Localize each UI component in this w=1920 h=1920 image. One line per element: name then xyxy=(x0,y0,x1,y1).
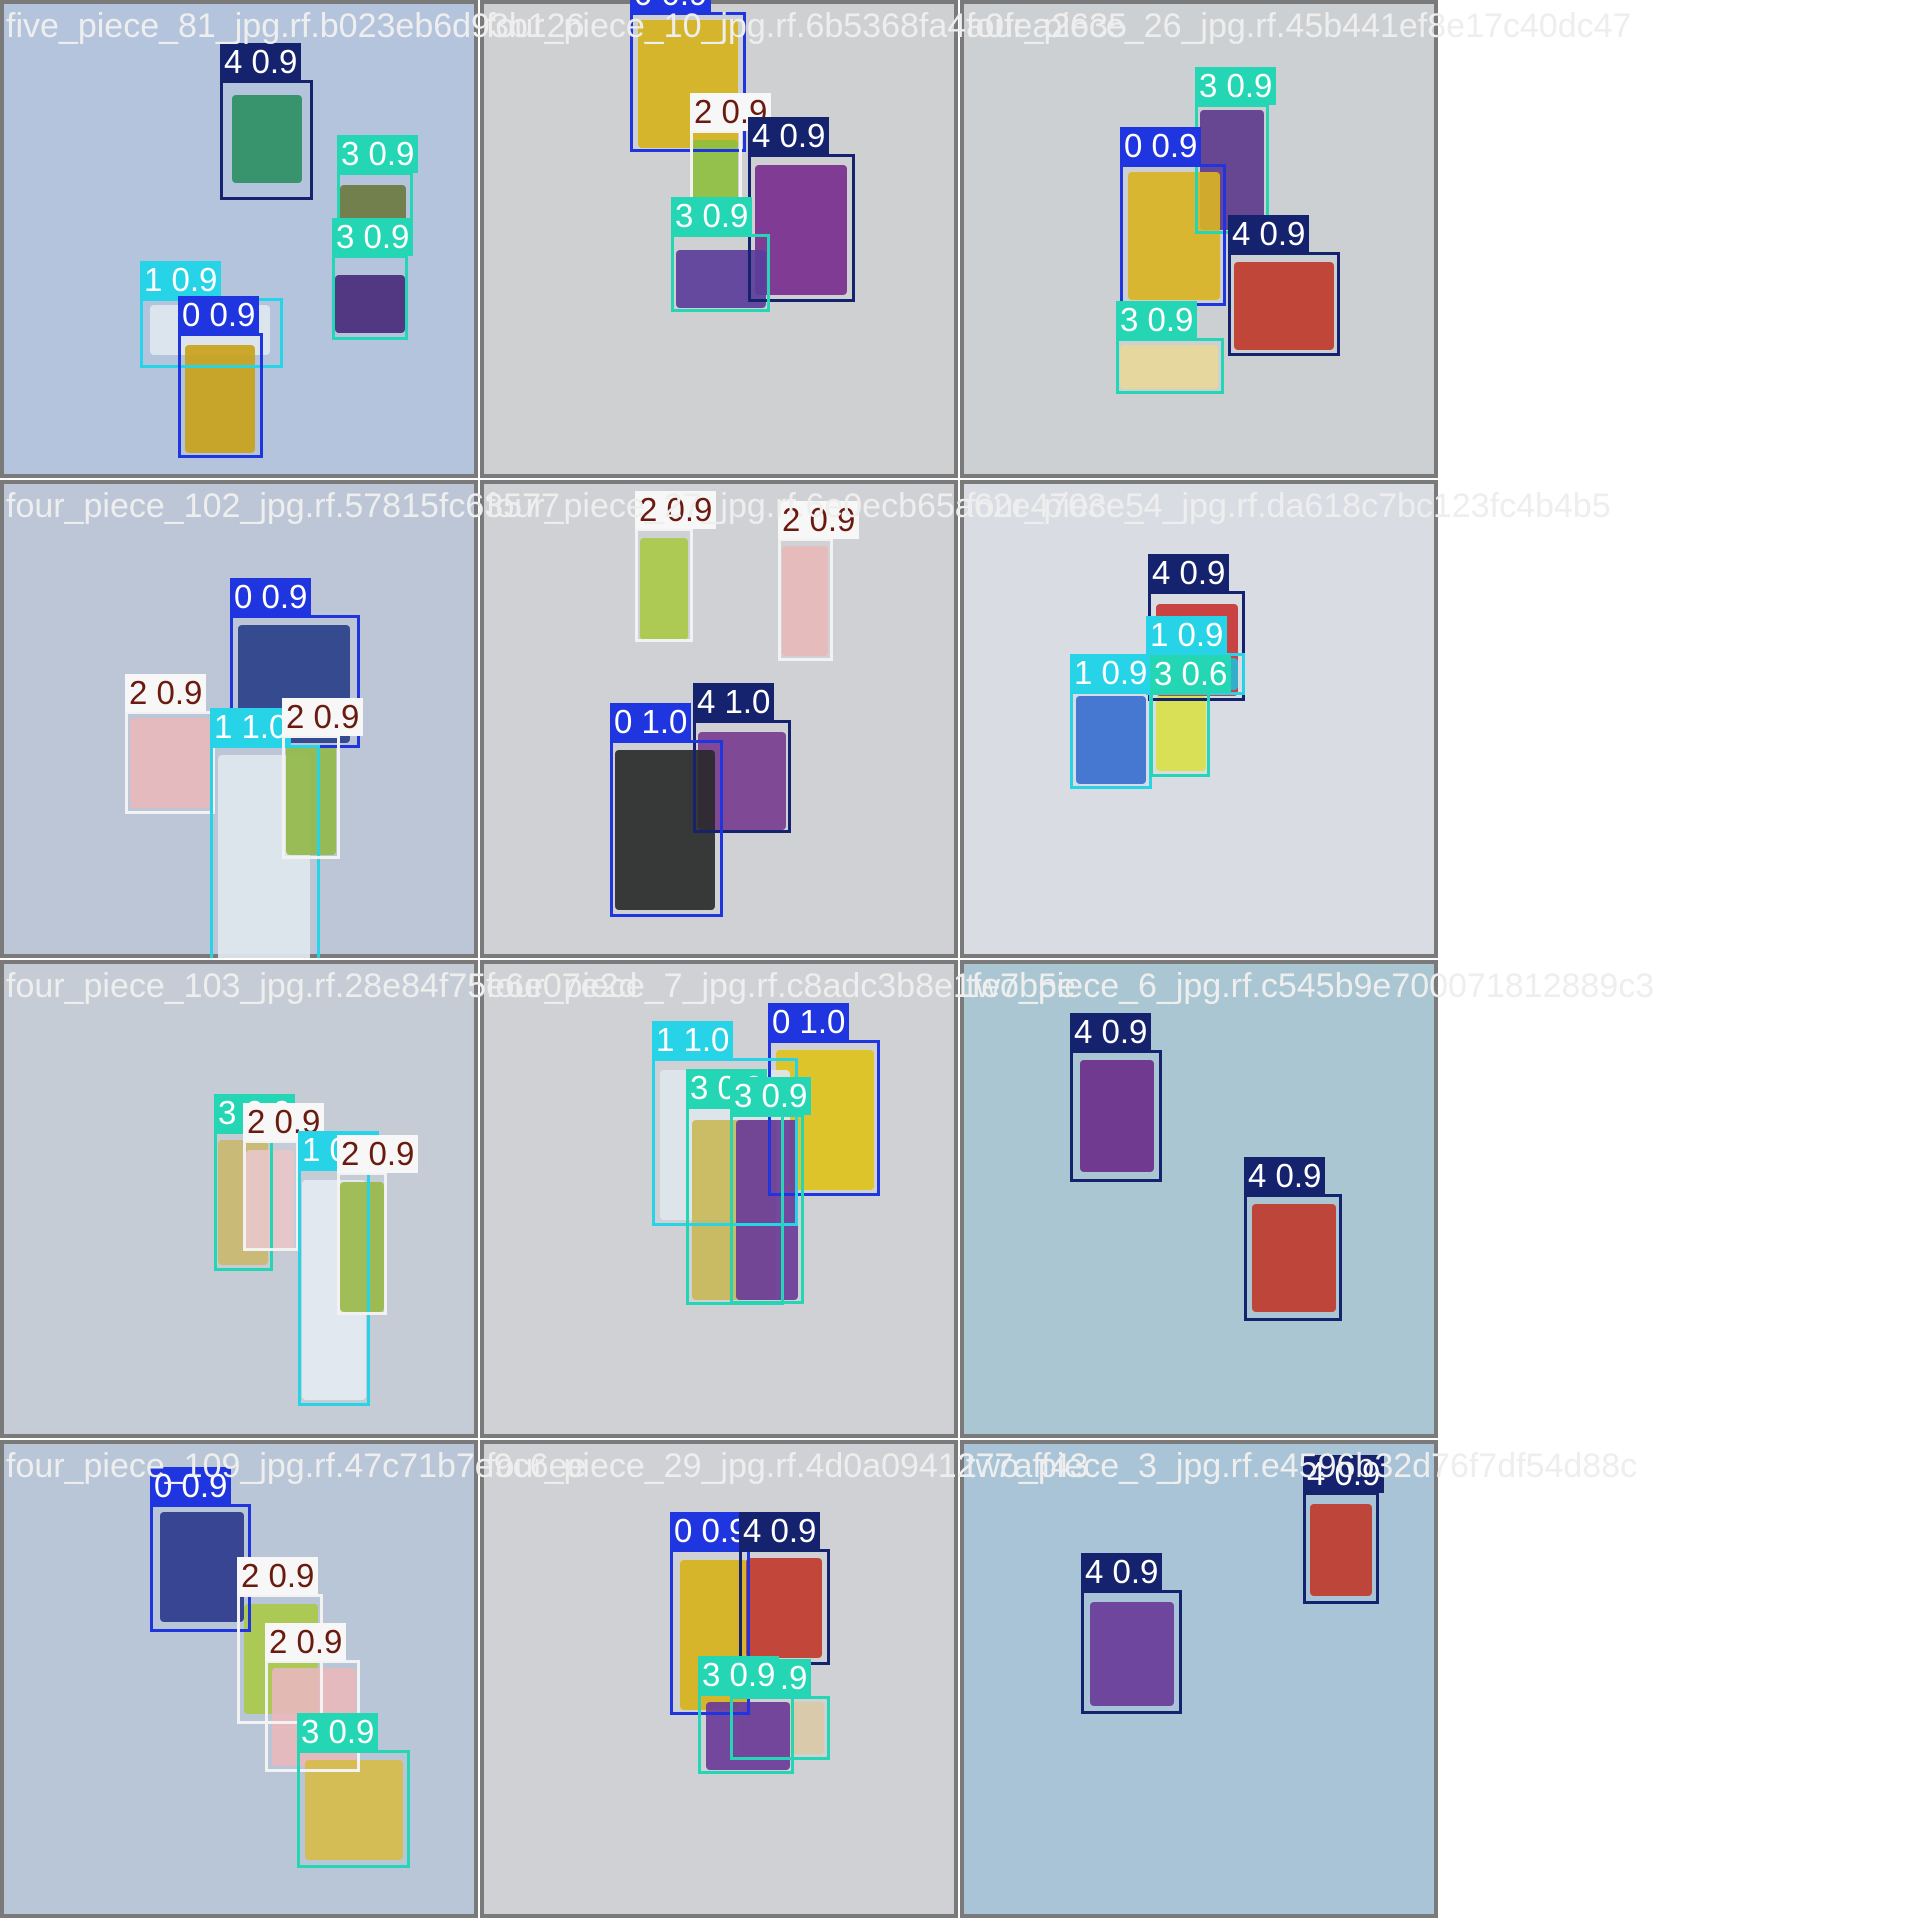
detection-label: 0 1.0 xyxy=(768,1003,850,1041)
detection-label: 0 1.0 xyxy=(610,703,692,741)
detection-label: 4 0.9 xyxy=(1228,215,1310,253)
tile-filename: four_piece_102_jpg.rf.57815fc63577 xyxy=(6,487,560,525)
detection-label: 2 0.9 xyxy=(265,1623,347,1661)
detection-label: 2 0.9 xyxy=(337,1135,419,1173)
detection-box: 0 0.9 xyxy=(150,1467,251,1632)
detection-label: 4 0.9 xyxy=(1081,1553,1163,1591)
detection-label: 1 1.0 xyxy=(652,1021,734,1059)
image-tile: 0 1.0 1 1.0 3 0.9 3 0.9 xyxy=(480,960,958,1438)
detection-box: 4 0.9 xyxy=(1303,1455,1385,1604)
detection-box: 2 0.9 xyxy=(635,491,717,642)
image-tile: 0 0.92 0.94 0.93 0.9 xyxy=(480,0,958,478)
detection-box: 1 0.9 xyxy=(1070,654,1152,789)
tile-filename: four_piece_26_jpg.rf.45b441ef8e17c40dc47 xyxy=(966,7,1632,45)
detection-box: 2 0.9 xyxy=(337,1135,419,1315)
detection-label: 3 0.9 xyxy=(1195,67,1277,105)
detection-label: 2 0.9 xyxy=(237,1557,319,1595)
detection-label: 4 1.0 xyxy=(693,683,775,721)
detection-label: 3 0.9 xyxy=(332,218,414,256)
detection-label: 1 0.9 xyxy=(1146,616,1228,654)
detection-label: 4 0.9 xyxy=(1070,1013,1152,1051)
image-tile: 3 0.92 0.91 0.92 0.9 xyxy=(0,960,478,1438)
image-tile: 4 0.9 4 0.9 xyxy=(960,960,1438,1438)
detection-label: 3 0.9 xyxy=(698,1656,780,1694)
detection-box: 3 0.9 xyxy=(698,1656,794,1774)
detection-box: 3 0.9 xyxy=(671,197,770,312)
detection-label: 2 0.9 xyxy=(125,674,207,712)
detection-label: 0 0.9 xyxy=(1120,127,1202,165)
detection-box: 2 0.9 xyxy=(243,1103,325,1251)
image-tile: 0 0.9 2 0.9 2 0.9 3 0.9 xyxy=(0,1440,478,1918)
detection-label: 4 0.9 xyxy=(1244,1157,1326,1195)
detection-box: 2 0.9 xyxy=(778,501,860,661)
detection-label: 4 0.9 xyxy=(1148,554,1230,592)
detection-box: 4 0.9 xyxy=(1228,215,1340,356)
detection-label: 0 0.9 xyxy=(178,296,260,334)
detection-label: 3 0.9 xyxy=(337,135,419,173)
image-tile: 4 0.9 1 0.9 1 0.9 3 0.6 xyxy=(960,480,1438,958)
tile-filename: two_piece_3_jpg.rf.e4596b32d76f7df54d88c xyxy=(966,1447,1638,1485)
detection-label: 2 0.9 xyxy=(282,698,364,736)
image-tile: 4 0.9 3 0.9 3 0.9 1 0.9 0 0.9 xyxy=(0,0,478,478)
photo-background xyxy=(964,964,1434,1434)
detection-box: 3 0.9 xyxy=(1116,301,1224,394)
detection-box: 0 1.0 xyxy=(610,703,723,917)
image-tile: 0 0.94 0.93 0.93 0.9 xyxy=(480,1440,958,1918)
detection-box: 2 0.9 xyxy=(282,698,364,859)
detection-label: 3 0.9 xyxy=(671,197,753,235)
detection-label: 1 0.9 xyxy=(140,261,222,299)
detection-box: 3 0.6 xyxy=(1150,655,1232,777)
detection-box: 3 0.9 xyxy=(297,1713,410,1868)
tile-filename: four_piece_4_jpg.rf.da618c7bc123fc4b4b5 xyxy=(966,487,1611,525)
image-tile: 2 0.9 2 0.9 4 1.0 0 1.0 xyxy=(480,480,958,958)
tile-filename: two_piece_6_jpg.rf.c545b9e700071812889c3 xyxy=(966,967,1655,1005)
detection-box: 2 0.9 xyxy=(125,674,215,814)
image-tile: 3 0.9 0 0.9 4 0.9 3 0.9 xyxy=(960,0,1438,478)
detection-box: 4 0.9 xyxy=(1070,1013,1162,1182)
detection-box: 4 0.9 xyxy=(1081,1553,1182,1714)
detection-label: 1 1.0 xyxy=(210,708,292,746)
detection-label: 4 0.9 xyxy=(220,43,302,81)
detection-box: 4 0.9 xyxy=(739,1512,830,1665)
image-tile: 0 0.9 2 0.9 1 1.0 2 0.9 xyxy=(0,480,478,958)
detection-label: 3 0.9 xyxy=(730,1077,812,1115)
detection-box: 3 0.9 xyxy=(332,218,414,340)
detection-label: 1 0.9 xyxy=(1070,654,1152,692)
detection-box: 4 0.9 xyxy=(220,43,313,200)
detection-label: 3 0.9 xyxy=(1116,301,1198,339)
image-tile: 4 0.9 4 0.9 xyxy=(960,1440,1438,1918)
detection-label: 0 0.9 xyxy=(230,578,312,616)
detection-box: 0 0.9 xyxy=(178,296,263,458)
detection-label: 3 0.6 xyxy=(1150,655,1232,693)
detection-box: 3 0.9 xyxy=(730,1077,812,1304)
detection-label: 4 0.9 xyxy=(739,1512,821,1550)
detection-label: 3 0.9 xyxy=(297,1713,379,1751)
detection-label: 4 0.9 xyxy=(748,117,830,155)
detection-box: 4 0.9 xyxy=(1244,1157,1342,1321)
detection-box: 0 0.9 xyxy=(1120,127,1226,306)
